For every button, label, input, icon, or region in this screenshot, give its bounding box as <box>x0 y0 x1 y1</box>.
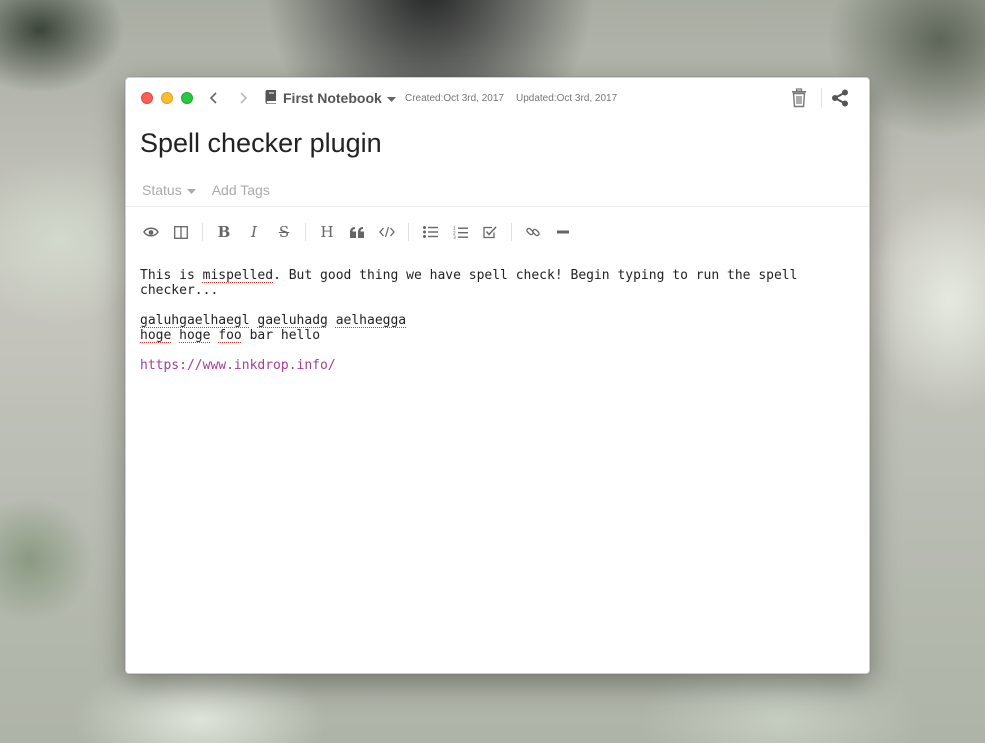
editor-paragraph: https://www.inkdrop.info/ <box>140 358 840 373</box>
toolbar-separator <box>305 223 306 241</box>
task-list-icon[interactable] <box>479 221 501 243</box>
bullet-list-icon[interactable] <box>419 221 441 243</box>
editor-content[interactable]: This is mispelled. But good thing we hav… <box>140 268 840 388</box>
notebook-name: First Notebook <box>283 90 382 106</box>
caret-down-icon <box>186 182 196 198</box>
text-span: This is <box>140 268 203 283</box>
toolbar-separator <box>511 223 512 241</box>
text-span: bar hello <box>241 328 321 343</box>
title-bar: First Notebook Created:Oct 3rd, 2017 Upd… <box>126 78 869 118</box>
bold-icon[interactable]: B <box>213 221 235 243</box>
quote-icon[interactable] <box>346 221 368 243</box>
zoom-window-button[interactable] <box>181 92 193 104</box>
status-dropdown[interactable]: Status <box>142 182 196 198</box>
toolbar-separator <box>408 223 409 241</box>
heading-icon[interactable]: H <box>316 221 338 243</box>
toolbar-separator <box>202 223 203 241</box>
misspelled-word: gaeluhadg <box>257 313 328 328</box>
svg-text:3: 3 <box>453 235 456 239</box>
misspelled-word: hoge <box>179 328 211 343</box>
misspelled-word: foo <box>218 328 242 343</box>
note-window: First Notebook Created:Oct 3rd, 2017 Upd… <box>125 77 870 674</box>
note-meta-row: Status Add Tags <box>142 182 270 198</box>
back-arrow-icon[interactable] <box>206 90 222 106</box>
forward-arrow-icon[interactable] <box>235 90 251 106</box>
notebook-selector[interactable]: First Notebook <box>265 89 396 107</box>
editor-paragraph: galuhgaelhaegl gaeluhadg aelhaegga hoge h… <box>140 313 840 343</box>
numbered-list-icon[interactable]: 123 <box>449 221 471 243</box>
header-divider <box>126 206 869 207</box>
notebook-icon <box>265 89 278 107</box>
misspelled-word: mispelled <box>202 268 274 283</box>
created-date: Created:Oct 3rd, 2017 <box>405 93 504 104</box>
misspelled-word: galuhgaelhaegl <box>140 313 250 328</box>
misspelled-word: aelhaegga <box>335 313 407 328</box>
add-tags-input[interactable]: Add Tags <box>212 182 270 198</box>
misspelled-word: hoge <box>140 328 172 343</box>
note-title[interactable]: Spell checker plugin <box>140 128 382 159</box>
eye-icon[interactable] <box>140 221 162 243</box>
url-link[interactable]: https://www.inkdrop.info/ <box>140 358 336 373</box>
share-icon[interactable] <box>830 88 850 108</box>
minimize-window-button[interactable] <box>161 92 173 104</box>
code-icon[interactable] <box>376 221 398 243</box>
strikethrough-icon[interactable]: S <box>273 221 295 243</box>
horizontal-rule-icon[interactable] <box>552 221 574 243</box>
link-icon[interactable] <box>522 221 544 243</box>
updated-date: Updated:Oct 3rd, 2017 <box>516 93 618 104</box>
editor-paragraph: This is mispelled. But good thing we hav… <box>140 268 840 298</box>
caret-down-icon <box>386 90 396 106</box>
status-label: Status <box>142 182 182 198</box>
trash-icon[interactable] <box>790 88 808 108</box>
close-window-button[interactable] <box>141 92 153 104</box>
titlebar-separator <box>821 88 822 108</box>
columns-icon[interactable] <box>170 221 192 243</box>
italic-icon[interactable]: I <box>243 221 265 243</box>
